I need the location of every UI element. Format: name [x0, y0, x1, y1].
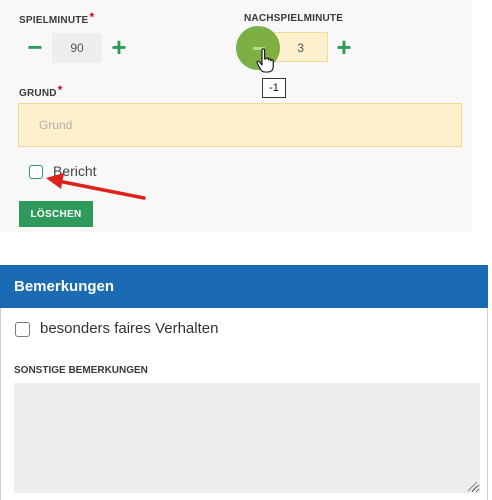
nachspielminute-label: NACHSPIELMINUTE — [244, 13, 344, 24]
spielminute-label-text: SPIELMINUTE — [19, 15, 89, 26]
grund-input[interactable] — [18, 103, 462, 147]
spielminute-plus-button[interactable]: + — [109, 34, 129, 60]
minus-icon: − — [27, 32, 43, 62]
spielminute-value[interactable]: 90 — [52, 33, 102, 63]
grund-label: GRUND* — [19, 83, 63, 99]
spielminute-minus-button[interactable]: − — [25, 34, 45, 60]
bemerkungen-header: Bemerkungen — [0, 265, 488, 308]
plus-icon: + — [111, 32, 127, 62]
spielminute-label: SPIELMINUTE* — [19, 10, 95, 26]
grund-label-text: GRUND — [19, 88, 57, 99]
hand-cursor-icon — [256, 48, 274, 73]
required-marker: * — [57, 83, 63, 97]
red-arrow-icon — [46, 173, 146, 200]
sonstige-bemerkungen-textarea[interactable] — [14, 383, 480, 493]
loeschen-button[interactable]: LÖSCHEN — [19, 201, 93, 227]
resize-grip-icon[interactable] — [466, 480, 478, 492]
faires-verhalten-label: besonders faires Verhalten — [40, 320, 219, 337]
nachspielminute-plus-button[interactable]: + — [334, 34, 354, 60]
tooltip: -1 — [262, 78, 286, 98]
faires-verhalten-checkbox[interactable] — [15, 322, 30, 337]
required-marker: * — [89, 10, 95, 24]
plus-icon: + — [336, 32, 352, 62]
sonstige-bemerkungen-label: SONSTIGE BEMERKUNGEN — [14, 365, 148, 376]
